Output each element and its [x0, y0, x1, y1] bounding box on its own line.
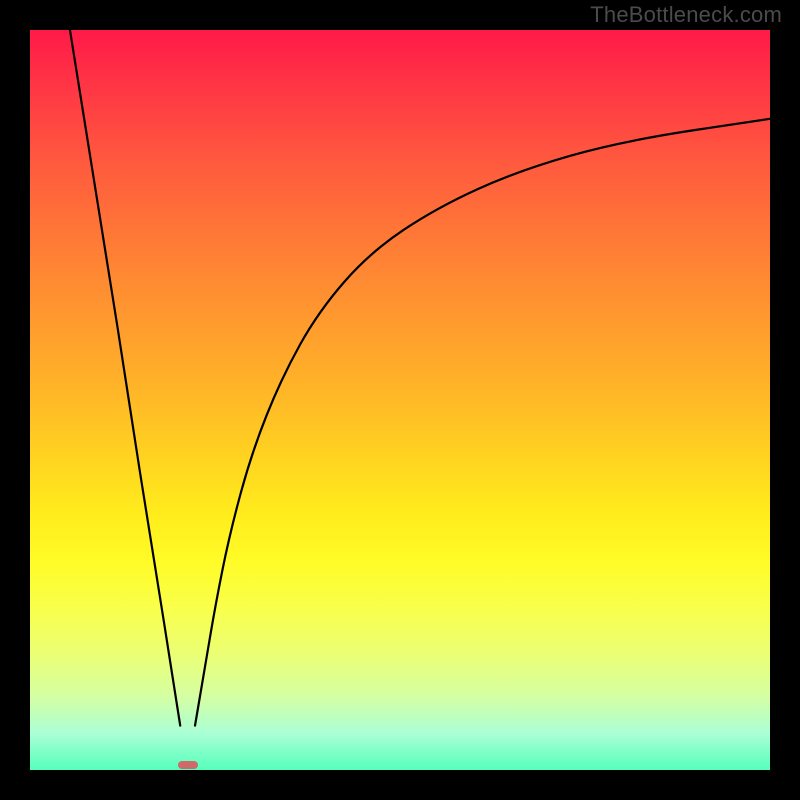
plot-area: [30, 30, 770, 770]
minimum-marker: [178, 761, 198, 769]
curve-right-branch: [195, 119, 770, 726]
watermark-text: TheBottleneck.com: [590, 2, 782, 28]
chart-frame: TheBottleneck.com: [0, 0, 800, 800]
curve-svg: [30, 30, 770, 770]
curve-left-branch: [70, 30, 180, 726]
